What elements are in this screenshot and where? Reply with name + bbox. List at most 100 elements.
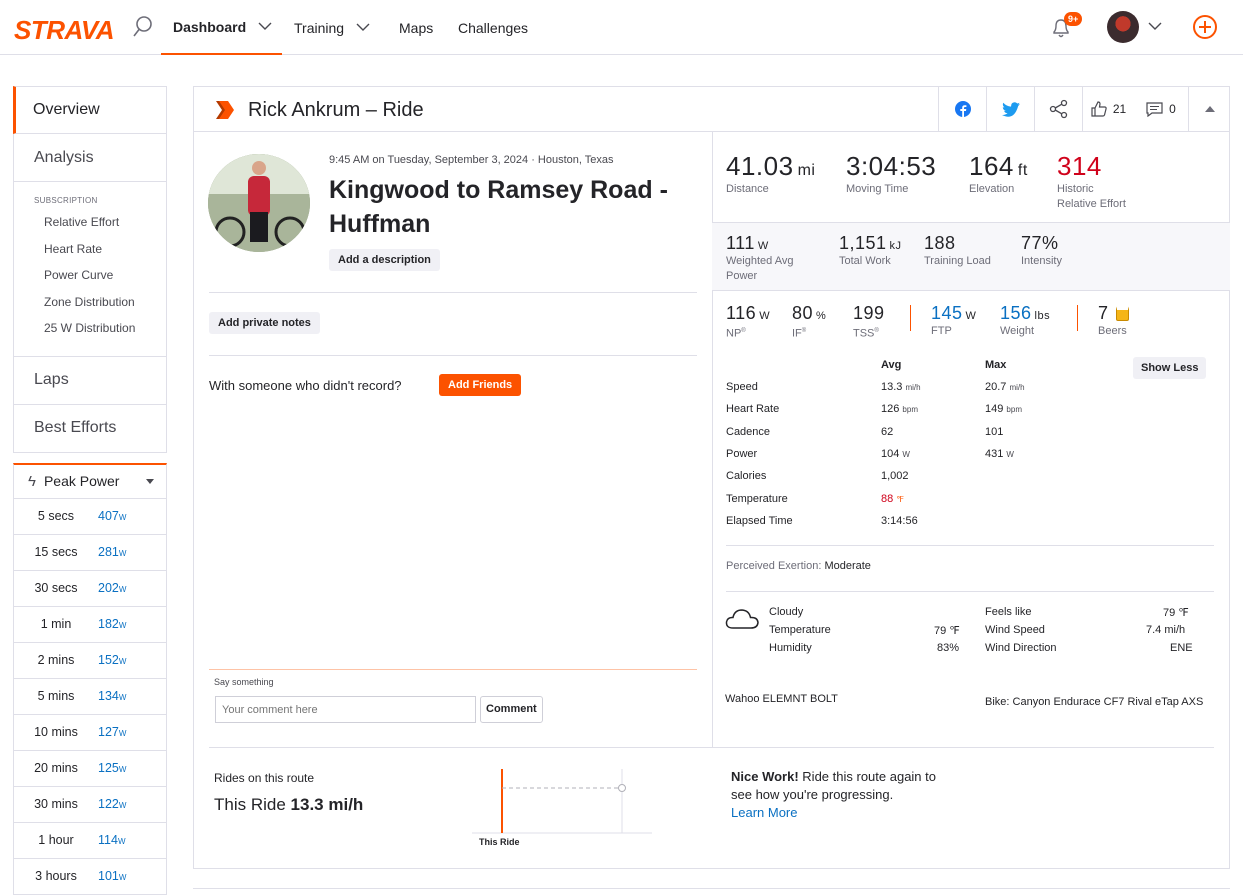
- nav-challenges[interactable]: Challenges: [458, 0, 528, 55]
- detail-row-avg-cell: 62: [881, 426, 893, 438]
- divider: [726, 591, 1214, 592]
- top-nav: STRAVA Dashboard Training Maps Challenge…: [0, 0, 1243, 55]
- search-icon[interactable]: [133, 16, 153, 38]
- stat-relative-effort[interactable]: 314 Historic Relative Effort: [1057, 151, 1126, 212]
- sidebar-item-25w-distribution[interactable]: 25 W Distribution: [14, 321, 166, 348]
- beers-value: 7: [1098, 303, 1109, 323]
- peak-power-row[interactable]: 2 mins 152W: [13, 642, 167, 679]
- peak-power-row[interactable]: 10 mins 127W: [13, 714, 167, 751]
- learn-more-link[interactable]: Learn More: [731, 805, 797, 820]
- comment-button[interactable]: Comment: [480, 696, 543, 723]
- comments-button[interactable]: 0: [1134, 87, 1188, 131]
- activity-header-title[interactable]: Rick Ankrum – Ride: [248, 99, 424, 122]
- detail-row-avg-cell: 88 ℉: [881, 493, 904, 505]
- peak-power-value: 152W: [98, 653, 158, 667]
- route-comparison-chart: [472, 769, 652, 834]
- peak-power-number: 202: [98, 581, 119, 595]
- bike-name[interactable]: Bike: Canyon Endurace CF7 Rival eTap AXS: [985, 693, 1210, 711]
- sidebar-item-overview[interactable]: Overview: [13, 86, 167, 134]
- peak-power-number: 125: [98, 761, 119, 775]
- chevron-down-icon: [356, 23, 370, 31]
- detail-row-avg: 88: [881, 492, 894, 505]
- peak-power-duration: 10 mins: [34, 725, 78, 739]
- peak-power-dropdown[interactable]: ϟ Peak Power: [13, 462, 167, 499]
- trend-point: [618, 784, 626, 792]
- activity-sidebar: Overview Analysis SUBSCRIPTION Relative …: [13, 86, 167, 895]
- weather-wind-direction-value: ENE: [1170, 642, 1193, 654]
- subscription-section: SUBSCRIPTION Relative Effort Heart Rate …: [13, 182, 167, 357]
- stat-weighted-power: 111 W Weighted Avg Power: [726, 233, 793, 284]
- peak-power-number: 281: [98, 545, 119, 559]
- peak-power-value: 125W: [98, 761, 158, 775]
- peak-power-row[interactable]: 20 mins 125W: [13, 750, 167, 787]
- sidebar-item-power-curve[interactable]: Power Curve: [14, 268, 166, 295]
- stat-ftp[interactable]: 145 W FTP: [931, 303, 976, 339]
- peak-power-value: 127W: [98, 725, 158, 739]
- kudos-button[interactable]: 21: [1082, 87, 1134, 131]
- tss-value: 199: [853, 303, 885, 323]
- peak-power-duration: 15 secs: [34, 545, 78, 559]
- user-avatar[interactable]: [1107, 11, 1139, 43]
- kudos-count: 21: [1112, 102, 1127, 116]
- show-less-button[interactable]: Show Less: [1133, 357, 1207, 379]
- detail-row-avg: 104: [881, 447, 900, 460]
- peak-power-row[interactable]: 5 mins 134W: [13, 678, 167, 715]
- ftp-label: FTP: [931, 325, 952, 337]
- peak-power-row[interactable]: 30 mins 122W: [13, 786, 167, 823]
- peak-power-row[interactable]: 15 secs 281W: [13, 534, 167, 571]
- strava-logo[interactable]: STRAVA: [14, 15, 115, 46]
- peak-power-row[interactable]: 5 secs 407W: [13, 498, 167, 535]
- nav-maps[interactable]: Maps: [399, 0, 433, 55]
- weather-wind-speed-label: Wind Speed: [985, 624, 1045, 636]
- weather-condition: Cloudy: [769, 606, 804, 618]
- twitter-share-button[interactable]: [986, 87, 1034, 131]
- if-unit: %: [816, 310, 827, 322]
- beers-label: Beers: [1098, 325, 1127, 337]
- add-private-notes-button[interactable]: Add private notes: [209, 312, 320, 334]
- peak-power-number: 127: [98, 725, 119, 739]
- sidebar-item-zone-distribution[interactable]: Zone Distribution: [14, 295, 166, 322]
- stat-weight[interactable]: 156 lbs Weight: [1000, 303, 1050, 339]
- facebook-share-button[interactable]: [938, 87, 986, 131]
- peak-power-row[interactable]: 1 min 182W: [13, 606, 167, 643]
- stat-total-work: 1,151 kJ Total Work: [839, 233, 902, 269]
- add-activity-icon[interactable]: [1193, 15, 1217, 39]
- detail-row-max-unit: mi/h: [1009, 383, 1025, 392]
- sidebar-item-analysis[interactable]: Analysis: [13, 134, 167, 182]
- peak-power-value: 281W: [98, 545, 158, 559]
- sidebar-item-relative-effort[interactable]: Relative Effort: [14, 215, 166, 242]
- share-button[interactable]: [1034, 87, 1082, 131]
- detail-row-avg-unit: ℉: [896, 494, 904, 504]
- twitter-icon: [1001, 101, 1020, 117]
- caret-up-icon: [1204, 106, 1215, 112]
- nav-training[interactable]: Training: [294, 0, 370, 55]
- collapse-button[interactable]: [1188, 87, 1230, 131]
- detail-row-max: 101: [985, 425, 1004, 438]
- tss-trademark: ®: [874, 328, 879, 334]
- add-description-button[interactable]: Add a description: [329, 249, 440, 271]
- cloud-icon: [725, 609, 759, 629]
- sidebar-item-laps[interactable]: Laps: [13, 356, 167, 405]
- peak-power-row[interactable]: 3 hours 101W: [13, 858, 167, 895]
- athlete-avatar[interactable]: [208, 154, 310, 252]
- divider: [209, 669, 697, 670]
- peak-power-row[interactable]: 1 hour 114W: [13, 822, 167, 859]
- chevron-down-icon[interactable]: [1148, 22, 1162, 31]
- add-friends-button[interactable]: Add Friends: [439, 374, 522, 396]
- detail-row-label: Calories: [726, 470, 767, 483]
- peak-power-value: 122W: [98, 797, 158, 811]
- weighted-power-value: 111: [726, 233, 755, 253]
- elevation-label: Elevation: [969, 183, 1015, 195]
- peak-power-row[interactable]: 30 secs 202W: [13, 570, 167, 607]
- sidebar-item-heart-rate[interactable]: Heart Rate: [14, 242, 166, 269]
- stat-moving-time: 3:04:53 Moving Time: [846, 151, 936, 197]
- divider: [209, 747, 1214, 748]
- peak-power-list: 5 secs 407W 15 secs 281W 30 secs 202W 1 min 182…: [13, 498, 167, 895]
- weather-wind-speed-value: 7.4 mi/h: [1146, 624, 1186, 636]
- divider: [209, 355, 697, 356]
- divider: [209, 292, 697, 293]
- sidebar-item-best-efforts[interactable]: Best Efforts: [13, 404, 167, 453]
- nav-dashboard[interactable]: Dashboard: [161, 0, 282, 55]
- comment-input[interactable]: [215, 696, 476, 723]
- weight-label: Weight: [1000, 325, 1035, 337]
